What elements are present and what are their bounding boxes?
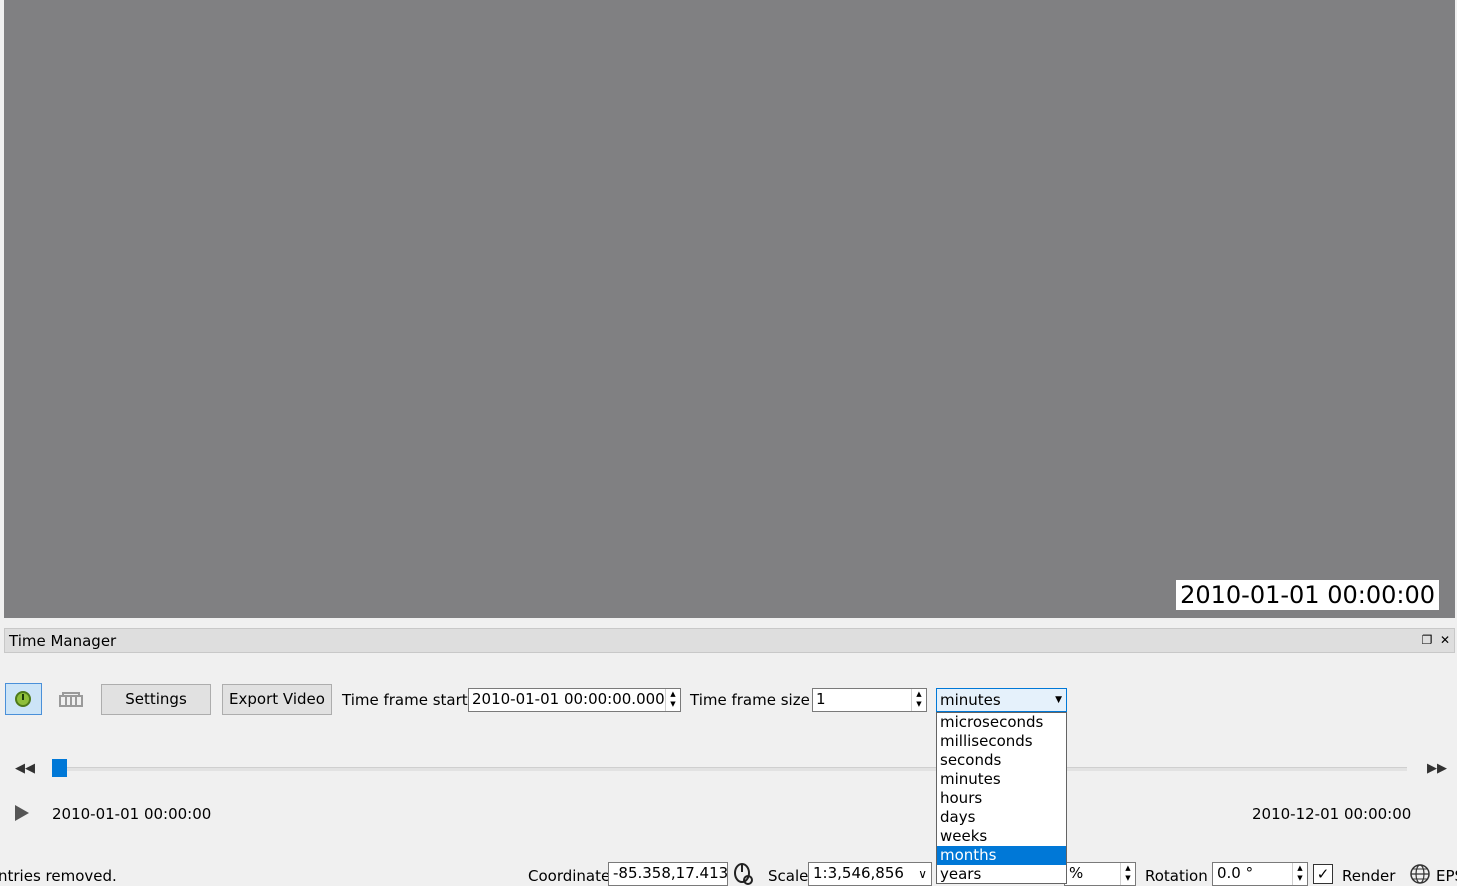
dropdown-option[interactable]: years	[937, 865, 1066, 884]
timeline-slider-track[interactable]	[52, 767, 1407, 771]
timeline-end-time: 2010-12-01 00:00:00	[1252, 805, 1412, 823]
magnifier-field[interactable]: % ▲ ▼	[1064, 862, 1136, 886]
panel-title: Time Manager	[9, 632, 117, 650]
dropdown-option[interactable]: microseconds	[937, 713, 1066, 732]
rotation-spinner[interactable]: ▲ ▼	[1292, 863, 1307, 885]
power-toggle-button[interactable]	[5, 683, 42, 715]
crs-label[interactable]: EPS	[1436, 866, 1457, 886]
magnifier-suffix: %	[1069, 864, 1084, 882]
restore-icon[interactable]: ❐	[1420, 632, 1434, 648]
time-frame-size-input[interactable]: 1 ▲ ▼	[812, 688, 927, 712]
time-frame-start-label: Time frame start	[342, 691, 468, 709]
time-frame-size-spinner[interactable]: ▲ ▼	[911, 689, 926, 711]
scale-select[interactable]: 1:3,546,856 ∨	[808, 862, 932, 886]
panel-title-bar	[4, 628, 1455, 653]
rewind-icon[interactable]: ◀◀	[15, 761, 35, 777]
chevron-down-icon: ∨	[918, 867, 927, 881]
fast-forward-icon[interactable]: ▶▶	[1427, 761, 1447, 777]
dropdown-option[interactable]: hours	[937, 789, 1066, 808]
rotation-label: Rotation	[1145, 867, 1208, 885]
dropdown-option[interactable]: days	[937, 808, 1066, 827]
dropdown-option[interactable]: minutes	[937, 770, 1066, 789]
dropdown-option[interactable]: seconds	[937, 751, 1066, 770]
time-frame-start-spinner[interactable]: ▲ ▼	[665, 689, 680, 711]
coordinate-label: Coordinate	[528, 867, 611, 885]
dropdown-option[interactable]: months	[937, 846, 1066, 865]
mouse-coordinate-icon[interactable]	[731, 862, 755, 886]
settings-button[interactable]: Settings	[101, 684, 211, 715]
time-frame-start-input[interactable]: 2010-01-01 00:00:00.000 ▲ ▼	[468, 688, 681, 712]
time-unit-select[interactable]: minutes ▼	[936, 688, 1067, 712]
time-frame-start-value: 2010-01-01 00:00:00.000	[472, 690, 665, 708]
time-unit-selected: minutes	[940, 691, 1001, 709]
export-video-button[interactable]: Export Video	[222, 684, 332, 715]
power-icon	[15, 691, 31, 707]
render-checkbox[interactable]: ✓	[1313, 864, 1333, 884]
archive-icon[interactable]	[58, 690, 84, 708]
rotation-value: 0.0 °	[1217, 864, 1254, 882]
render-label: Render	[1342, 867, 1396, 885]
magnifier-spinner[interactable]: ▲ ▼	[1120, 863, 1135, 885]
scale-label: Scale	[768, 867, 809, 885]
play-icon[interactable]	[15, 805, 29, 821]
time-frame-size-value: 1	[816, 690, 826, 708]
map-canvas[interactable]	[4, 0, 1455, 618]
timeline-start-time: 2010-01-01 00:00:00	[52, 805, 212, 823]
rotation-field[interactable]: 0.0 ° ▲ ▼	[1212, 862, 1308, 886]
close-icon[interactable]: ✕	[1438, 632, 1452, 648]
chevron-down-icon: ▼	[1055, 695, 1062, 705]
time-unit-dropdown-list: microseconds milliseconds seconds minutes ho…	[936, 712, 1067, 884]
dropdown-option[interactable]: weeks	[937, 827, 1066, 846]
status-message: ntries removed.	[0, 867, 117, 885]
map-timestamp-overlay: 2010-01-01 00:00:00	[1176, 580, 1439, 610]
timeline-slider-handle[interactable]	[52, 759, 67, 777]
globe-icon[interactable]	[1409, 863, 1431, 885]
dropdown-option[interactable]: milliseconds	[937, 732, 1066, 751]
time-frame-size-label: Time frame size	[690, 691, 810, 709]
scale-value: 1:3,546,856	[813, 864, 904, 882]
coordinate-field[interactable]: -85.358,17.413	[608, 862, 728, 886]
